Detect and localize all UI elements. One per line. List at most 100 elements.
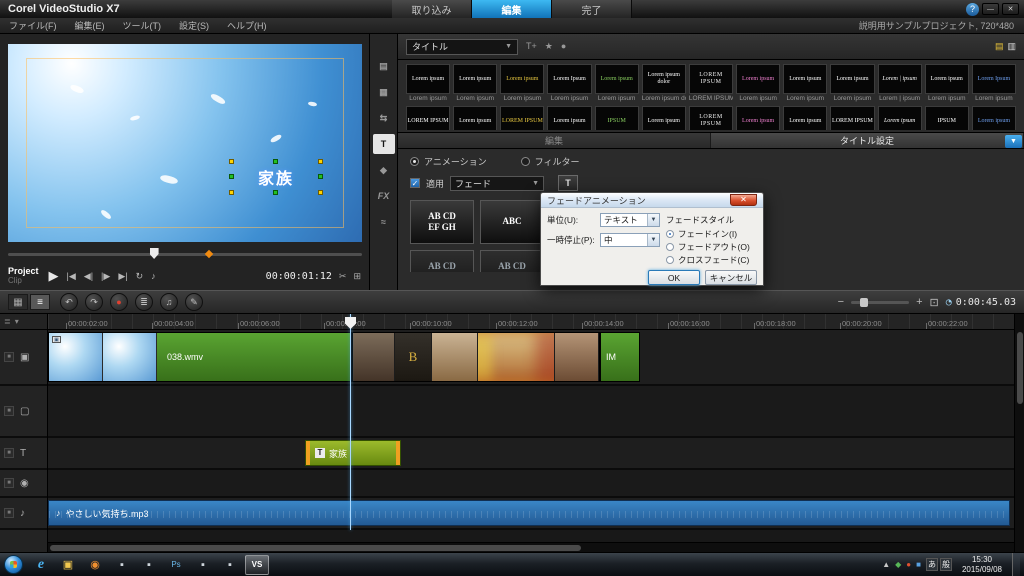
title-thumbnail[interactable]: Lorem ipsum <box>877 106 922 130</box>
title-thumbnail[interactable]: LOREM IPSUM <box>830 106 875 130</box>
prev-frame-button[interactable]: ◀| <box>84 271 93 282</box>
app-icon-1[interactable]: ▪ <box>110 555 134 575</box>
title-thumbnail[interactable]: Lorem ipsum <box>783 106 828 130</box>
enlarge-preview-icon[interactable]: ⊞ <box>353 271 361 282</box>
fade-preset-thumbnail[interactable]: ABC <box>480 200 544 244</box>
fade-out-radio[interactable]: フェードアウト(O) <box>666 241 757 253</box>
tray-status-1[interactable]: ◆ <box>895 560 901 569</box>
favorite-icon[interactable]: ● <box>561 41 566 52</box>
video-track-header[interactable]: ■ ▣ <box>0 330 47 386</box>
end-button[interactable]: ▶| <box>118 271 127 282</box>
track-manager-icon[interactable]: ✎ <box>185 293 203 311</box>
timeline-view-icon[interactable]: ≡ <box>30 294 50 310</box>
tray-status-3[interactable]: ■ <box>916 560 921 569</box>
title-thumbnail[interactable]: Lorem ipsum <box>641 106 686 130</box>
tab-share[interactable]: 完了 <box>552 0 632 18</box>
resize-handle[interactable] <box>273 159 278 164</box>
title-icon[interactable]: T <box>372 134 395 154</box>
app-icon-3[interactable]: ▪ <box>191 555 215 575</box>
resize-handle[interactable] <box>318 159 323 164</box>
resize-handle[interactable] <box>318 190 323 195</box>
title-thumbnail[interactable]: Lorem ipsum Lorem ipsum <box>594 64 639 104</box>
auto-music-icon[interactable]: ♫ <box>160 293 178 311</box>
play-button[interactable]: ▶ <box>49 268 59 284</box>
title-thumbnail[interactable]: Lorem Ipsum Lorem ipsum <box>547 64 592 104</box>
menu-item[interactable]: 編集(E) <box>66 18 114 33</box>
menu-item[interactable]: ファイル(F) <box>0 18 66 33</box>
horizontal-scrollbar[interactable] <box>48 542 1014 552</box>
title-thumbnail[interactable]: Lorem | ipsum Lorem | ipsum <box>877 64 922 104</box>
home-button[interactable]: |◀ <box>67 271 76 282</box>
explorer-icon[interactable]: ▣ <box>56 555 80 575</box>
resize-handle[interactable] <box>318 174 323 179</box>
title-thumbnail[interactable]: Lorem ipsum dolor Lorem ipsum dolor si.. <box>641 64 686 104</box>
next-frame-button[interactable]: |▶ <box>101 271 110 282</box>
ime-indicator[interactable]: あ 般 <box>925 558 952 571</box>
title-track-header[interactable]: ■ T <box>0 438 47 470</box>
photoshop-icon[interactable]: Ps <box>164 555 188 575</box>
scrubber-track[interactable] <box>8 253 362 256</box>
start-button[interactable] <box>4 555 23 574</box>
zoom-in-icon[interactable]: + <box>916 296 922 308</box>
split-clip-icon[interactable]: ✂ <box>339 271 347 282</box>
cancel-button[interactable]: キャンセル <box>705 270 757 285</box>
title-clip[interactable]: T 家族 <box>305 440 401 466</box>
title-overlay-selection[interactable]: 家族 <box>229 159 323 195</box>
graphic-icon[interactable]: ◆ <box>373 160 395 180</box>
gallery-dropdown[interactable]: タイトル ▼ <box>406 38 518 55</box>
thumbnail-view-icon[interactable]: ▥ <box>1007 41 1016 52</box>
sound-mixer-icon[interactable]: ≣ <box>135 293 153 311</box>
zoom-slider[interactable] <box>851 297 910 307</box>
vertical-scrollbar-thumb[interactable] <box>1017 332 1023 404</box>
help-icon[interactable]: ? <box>966 2 979 16</box>
voice-track[interactable] <box>48 470 1014 498</box>
storyboard-view-icon[interactable]: ▦ <box>8 294 28 310</box>
ok-button[interactable]: OK <box>648 270 700 285</box>
title-thumbnail[interactable]: Lorem ipsum Lorem ipsum <box>736 64 781 104</box>
transition-icon[interactable]: ⇆ <box>373 108 395 128</box>
tab-edit[interactable]: 編集 <box>472 0 552 18</box>
music-clip[interactable]: ♪ やさしい気持ち.mp3 <box>48 500 1010 526</box>
list-view-icon[interactable]: ▤ <box>995 41 1004 52</box>
trim-marker[interactable] <box>204 249 214 259</box>
music-track-header[interactable]: ■ ♪ <box>0 498 47 530</box>
collapse-panel-button[interactable]: ▼ <box>1005 135 1022 148</box>
tab-capture[interactable]: 取り込み <box>392 0 472 18</box>
horizontal-scrollbar-thumb[interactable] <box>50 545 582 551</box>
pause-select[interactable]: 中 ▼ <box>600 233 660 247</box>
title-thumbnail[interactable]: Lorem ipsum Lorem ipsum <box>453 64 498 104</box>
track-list-icon[interactable]: ≣ <box>4 317 11 326</box>
hidden-icons-arrow[interactable]: ▲ <box>882 560 890 569</box>
ie-icon[interactable]: e <box>29 555 53 575</box>
resize-handle[interactable] <box>273 190 278 195</box>
show-desktop-button[interactable] <box>1012 552 1020 576</box>
menu-item[interactable]: ツール(T) <box>114 18 171 33</box>
playhead-line[interactable] <box>350 314 351 530</box>
app-icon-2[interactable]: ▪ <box>137 555 161 575</box>
ime-mode[interactable]: あ <box>925 558 938 571</box>
fade-in-radio[interactable]: フェードイン(I) <box>666 228 757 240</box>
video-clip-2[interactable]: IM <box>600 332 640 382</box>
vertical-scrollbar[interactable] <box>1014 314 1024 552</box>
track-toggle[interactable]: ■ <box>4 406 14 416</box>
media-player-icon[interactable]: ◉ <box>83 555 107 575</box>
track-toggle[interactable]: ■ <box>4 478 14 488</box>
video-clip[interactable]: ▣ 038.wmv <box>48 332 352 382</box>
title-overlay-text[interactable]: 家族 <box>258 165 294 189</box>
title-thumbnail[interactable]: LOREM IPSUM <box>500 106 545 130</box>
title-thumbnail[interactable]: Lorem ipsum Lorem ipsum <box>924 64 969 104</box>
track-toggle[interactable]: ■ <box>4 352 14 362</box>
fade-preset-thumbnail[interactable]: AB CD EF GH <box>410 250 474 272</box>
videostudio-icon[interactable]: VS <box>245 554 269 575</box>
zoom-slider-handle[interactable] <box>860 297 869 307</box>
timeline-ruler[interactable]: 00:00:02:0000:00:04:0000:00:06:0000:00:0… <box>48 314 1014 330</box>
resize-handle[interactable] <box>229 159 234 164</box>
voice-track-header[interactable]: ■ ◉ <box>0 470 47 498</box>
unit-select[interactable]: テキスト ▼ <box>600 213 660 227</box>
fade-preset-thumbnail[interactable]: AB CD EF GH <box>410 200 474 244</box>
zoom-out-icon[interactable]: − <box>838 296 844 308</box>
motion-icon[interactable]: ≈ <box>373 212 395 232</box>
mode-clip[interactable]: Clip <box>8 276 39 286</box>
chevron-down-icon[interactable]: ▼ <box>647 234 659 246</box>
title-thumbnail[interactable]: IPSUM <box>594 106 639 130</box>
